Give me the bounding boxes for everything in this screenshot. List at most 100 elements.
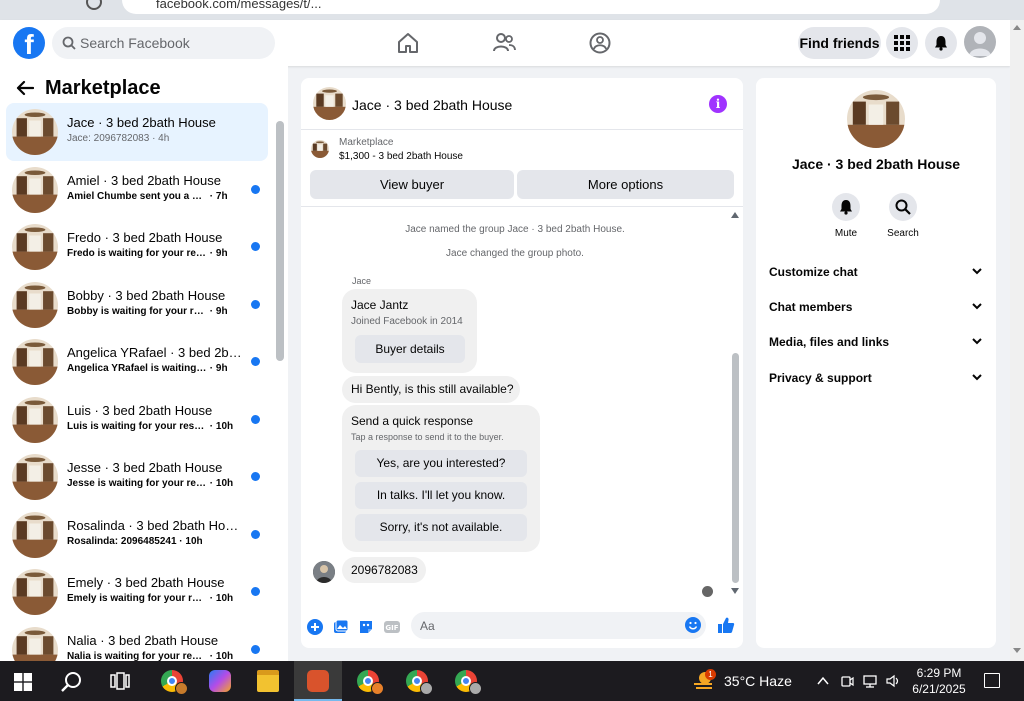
house-photo-icon (12, 396, 58, 443)
network-icon[interactable] (863, 674, 877, 688)
chat-title[interactable]: Jace · 3 bed 2bath House (352, 97, 512, 113)
privacy-support-section[interactable]: Privacy & support (768, 363, 986, 393)
system-clock[interactable]: 6:29 PM 6/21/2025 (906, 665, 972, 697)
page-scroll-up[interactable] (1013, 25, 1021, 30)
taskbar-snipping-tool[interactable] (294, 661, 342, 701)
sidebar-scrollbar[interactable] (276, 121, 284, 361)
conversation-thumbnail (12, 511, 58, 558)
emoji-icon[interactable] (685, 617, 701, 633)
more-options-button[interactable]: More options (517, 170, 734, 199)
conversation-thumbnail (12, 281, 58, 328)
conversation-preview: Luis is waiting for your respon... · 10h (67, 421, 247, 432)
photo-icon[interactable] (333, 619, 349, 635)
info-icon[interactable]: i (709, 95, 727, 113)
sticker-icon[interactable] (358, 619, 374, 635)
conversation-item[interactable]: Rosalinda · 3 bed 2bath House Rosalinda: … (6, 506, 268, 564)
conversation-item[interactable]: Bobby · 3 bed 2bath House Bobby is waitin… (6, 276, 268, 334)
message-input[interactable] (411, 612, 706, 639)
copilot-icon (209, 670, 231, 692)
page-scrollbar[interactable] (1010, 20, 1024, 661)
volume-icon[interactable] (886, 674, 900, 688)
conversation-list: Jace · 3 bed 2bath House Jace: 2096782083… (6, 103, 268, 678)
taskbar-search-icon[interactable] (61, 671, 83, 693)
search-chat-button[interactable]: Search (883, 193, 923, 239)
page-scroll-down[interactable] (1013, 648, 1021, 653)
preview-time: · 9h (209, 248, 228, 259)
gif-icon[interactable]: GIF (384, 619, 400, 635)
message-bubble: 2096782083 (342, 557, 426, 583)
conversation-name: Jace · 3 bed 2bath House (67, 115, 216, 130)
profile-badge (469, 682, 482, 695)
conversation-thumbnail (12, 569, 58, 615)
search-box[interactable] (52, 27, 275, 59)
windows-start-icon[interactable] (14, 673, 32, 691)
conversation-item[interactable]: Jace · 3 bed 2bath House Jace: 2096782083… (6, 103, 268, 161)
quick-response-sorry-button[interactable]: Sorry, it's not available. (355, 514, 527, 541)
chat-avatar[interactable] (313, 87, 346, 120)
listing-thumbnail[interactable] (311, 140, 329, 158)
home-icon[interactable] (395, 30, 421, 56)
taskbar-copilot[interactable] (196, 661, 244, 701)
search-input[interactable] (80, 27, 270, 59)
conversation-preview: Nalia is waiting for your respo... · 10h (67, 651, 247, 662)
conversation-item[interactable]: Emely · 3 bed 2bath House Emely is waitin… (6, 563, 268, 621)
thumbs-up-icon[interactable] (717, 616, 735, 634)
conversation-preview: Jesse is waiting for your respo... · 10h (67, 478, 247, 489)
chat-scroll-up[interactable] (731, 212, 739, 218)
notification-center-icon[interactable] (984, 673, 1000, 688)
unread-dot (251, 184, 260, 194)
house-photo-icon (313, 87, 346, 120)
conversation-item[interactable]: Angelica YRafael · 3 bed 2bat... Angelica… (6, 333, 268, 391)
task-view-icon[interactable] (110, 672, 130, 690)
taskbar-chrome-4[interactable] (442, 661, 490, 701)
message-bubble: Hi Bently, is this still available? (342, 376, 520, 403)
section-title: Media, files and links (769, 335, 890, 349)
sender-avatar[interactable] (313, 561, 335, 583)
reload-icon[interactable] (86, 0, 102, 10)
conversation-thumbnail (12, 454, 58, 500)
taskbar-chrome-1[interactable] (148, 661, 196, 701)
friends-icon[interactable] (491, 30, 517, 56)
listing-price[interactable]: $1,300 - 3 bed 2bath House (339, 151, 463, 162)
weather-text[interactable]: 35°C Haze (724, 673, 792, 689)
search-icon (895, 199, 911, 215)
find-friends-button[interactable]: Find friends (798, 27, 881, 59)
media-files-section[interactable]: Media, files and links (768, 327, 986, 357)
info-title: Jace · 3 bed 2bath House (791, 156, 961, 172)
address-bar[interactable]: facebook.com/messages/t/... (122, 0, 940, 14)
taskbar-chrome-3[interactable] (393, 661, 441, 701)
preview-time: · 4h (152, 133, 170, 144)
taskbar-file-explorer[interactable] (244, 661, 292, 701)
house-photo-icon (12, 281, 58, 328)
house-photo-icon (12, 569, 58, 615)
customize-chat-section[interactable]: Customize chat (768, 257, 986, 287)
conversation-item[interactable]: Amiel · 3 bed 2bath House Amiel Chumbe se… (6, 161, 268, 219)
conversation-preview: Emely is waiting for your resp... · 10h (67, 593, 247, 604)
taskbar-chrome-2[interactable] (344, 661, 392, 701)
conversation-item[interactable]: Fredo · 3 bed 2bath House Fredo is waitin… (6, 218, 268, 276)
quick-response-yes-button[interactable]: Yes, are you interested? (355, 450, 527, 477)
facebook-logo-icon[interactable]: f (13, 27, 45, 59)
chat-scrollbar[interactable] (732, 353, 739, 583)
view-buyer-button[interactable]: View buyer (310, 170, 514, 199)
groups-icon[interactable] (587, 30, 613, 56)
mute-button[interactable]: Mute (826, 193, 866, 239)
conversation-item[interactable]: Jesse · 3 bed 2bath House Jesse is waitin… (6, 448, 268, 506)
account-avatar[interactable] (964, 26, 996, 58)
preview-time: · 10h (209, 420, 234, 432)
buyer-details-button[interactable]: Buyer details (355, 335, 465, 363)
group-photo[interactable] (847, 90, 905, 148)
chat-members-section[interactable]: Chat members (768, 292, 986, 322)
clock-time: 6:29 PM (916, 666, 962, 680)
sidebar-title: Marketplace (45, 77, 161, 99)
notifications-button[interactable] (925, 27, 957, 59)
meet-now-icon[interactable] (840, 674, 854, 688)
menu-button[interactable] (886, 27, 918, 59)
chat-header: Jace · 3 bed 2bath House i (301, 78, 743, 130)
quick-response-talks-button[interactable]: In talks. I'll let you know. (355, 482, 527, 509)
plus-circle-icon[interactable] (307, 619, 323, 635)
chevron-up-icon[interactable] (816, 674, 830, 688)
back-arrow-icon[interactable] (16, 80, 34, 96)
chat-scroll-down[interactable] (731, 588, 739, 594)
conversation-item[interactable]: Luis · 3 bed 2bath House Luis is waiting … (6, 391, 268, 449)
